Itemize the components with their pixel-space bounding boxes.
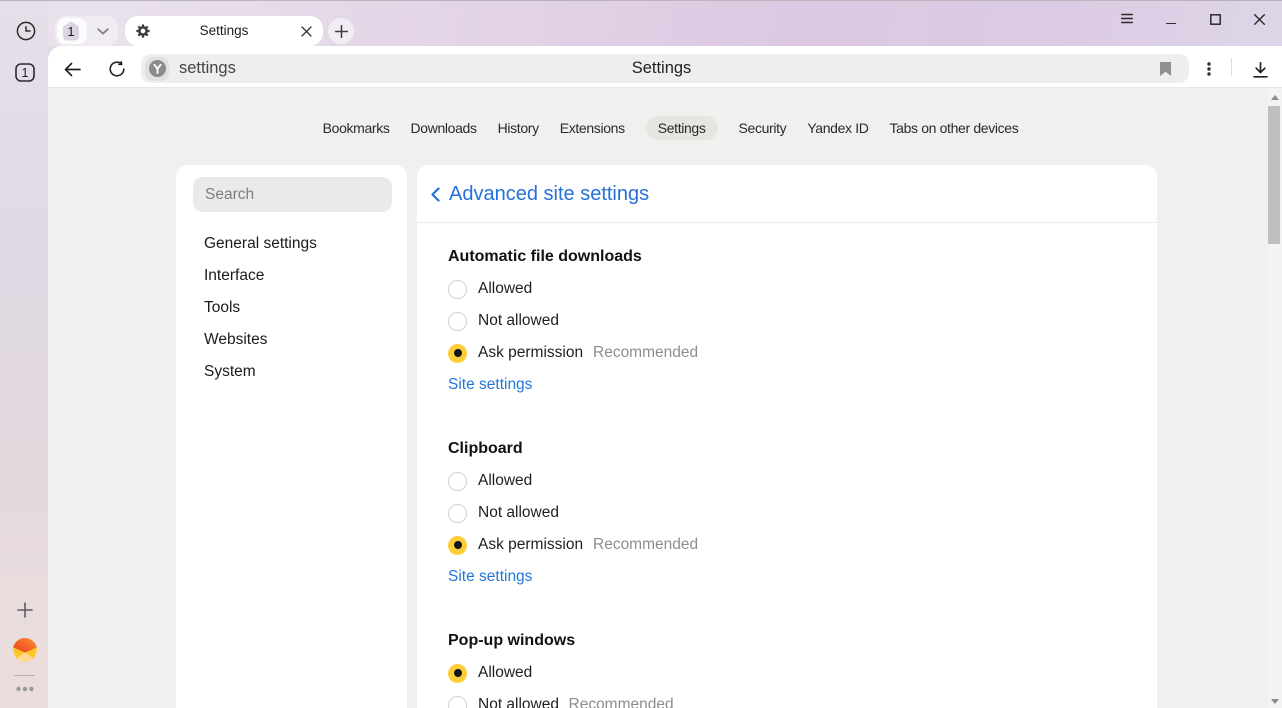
svg-text:1: 1 (22, 66, 29, 80)
svg-text:1: 1 (67, 24, 74, 39)
